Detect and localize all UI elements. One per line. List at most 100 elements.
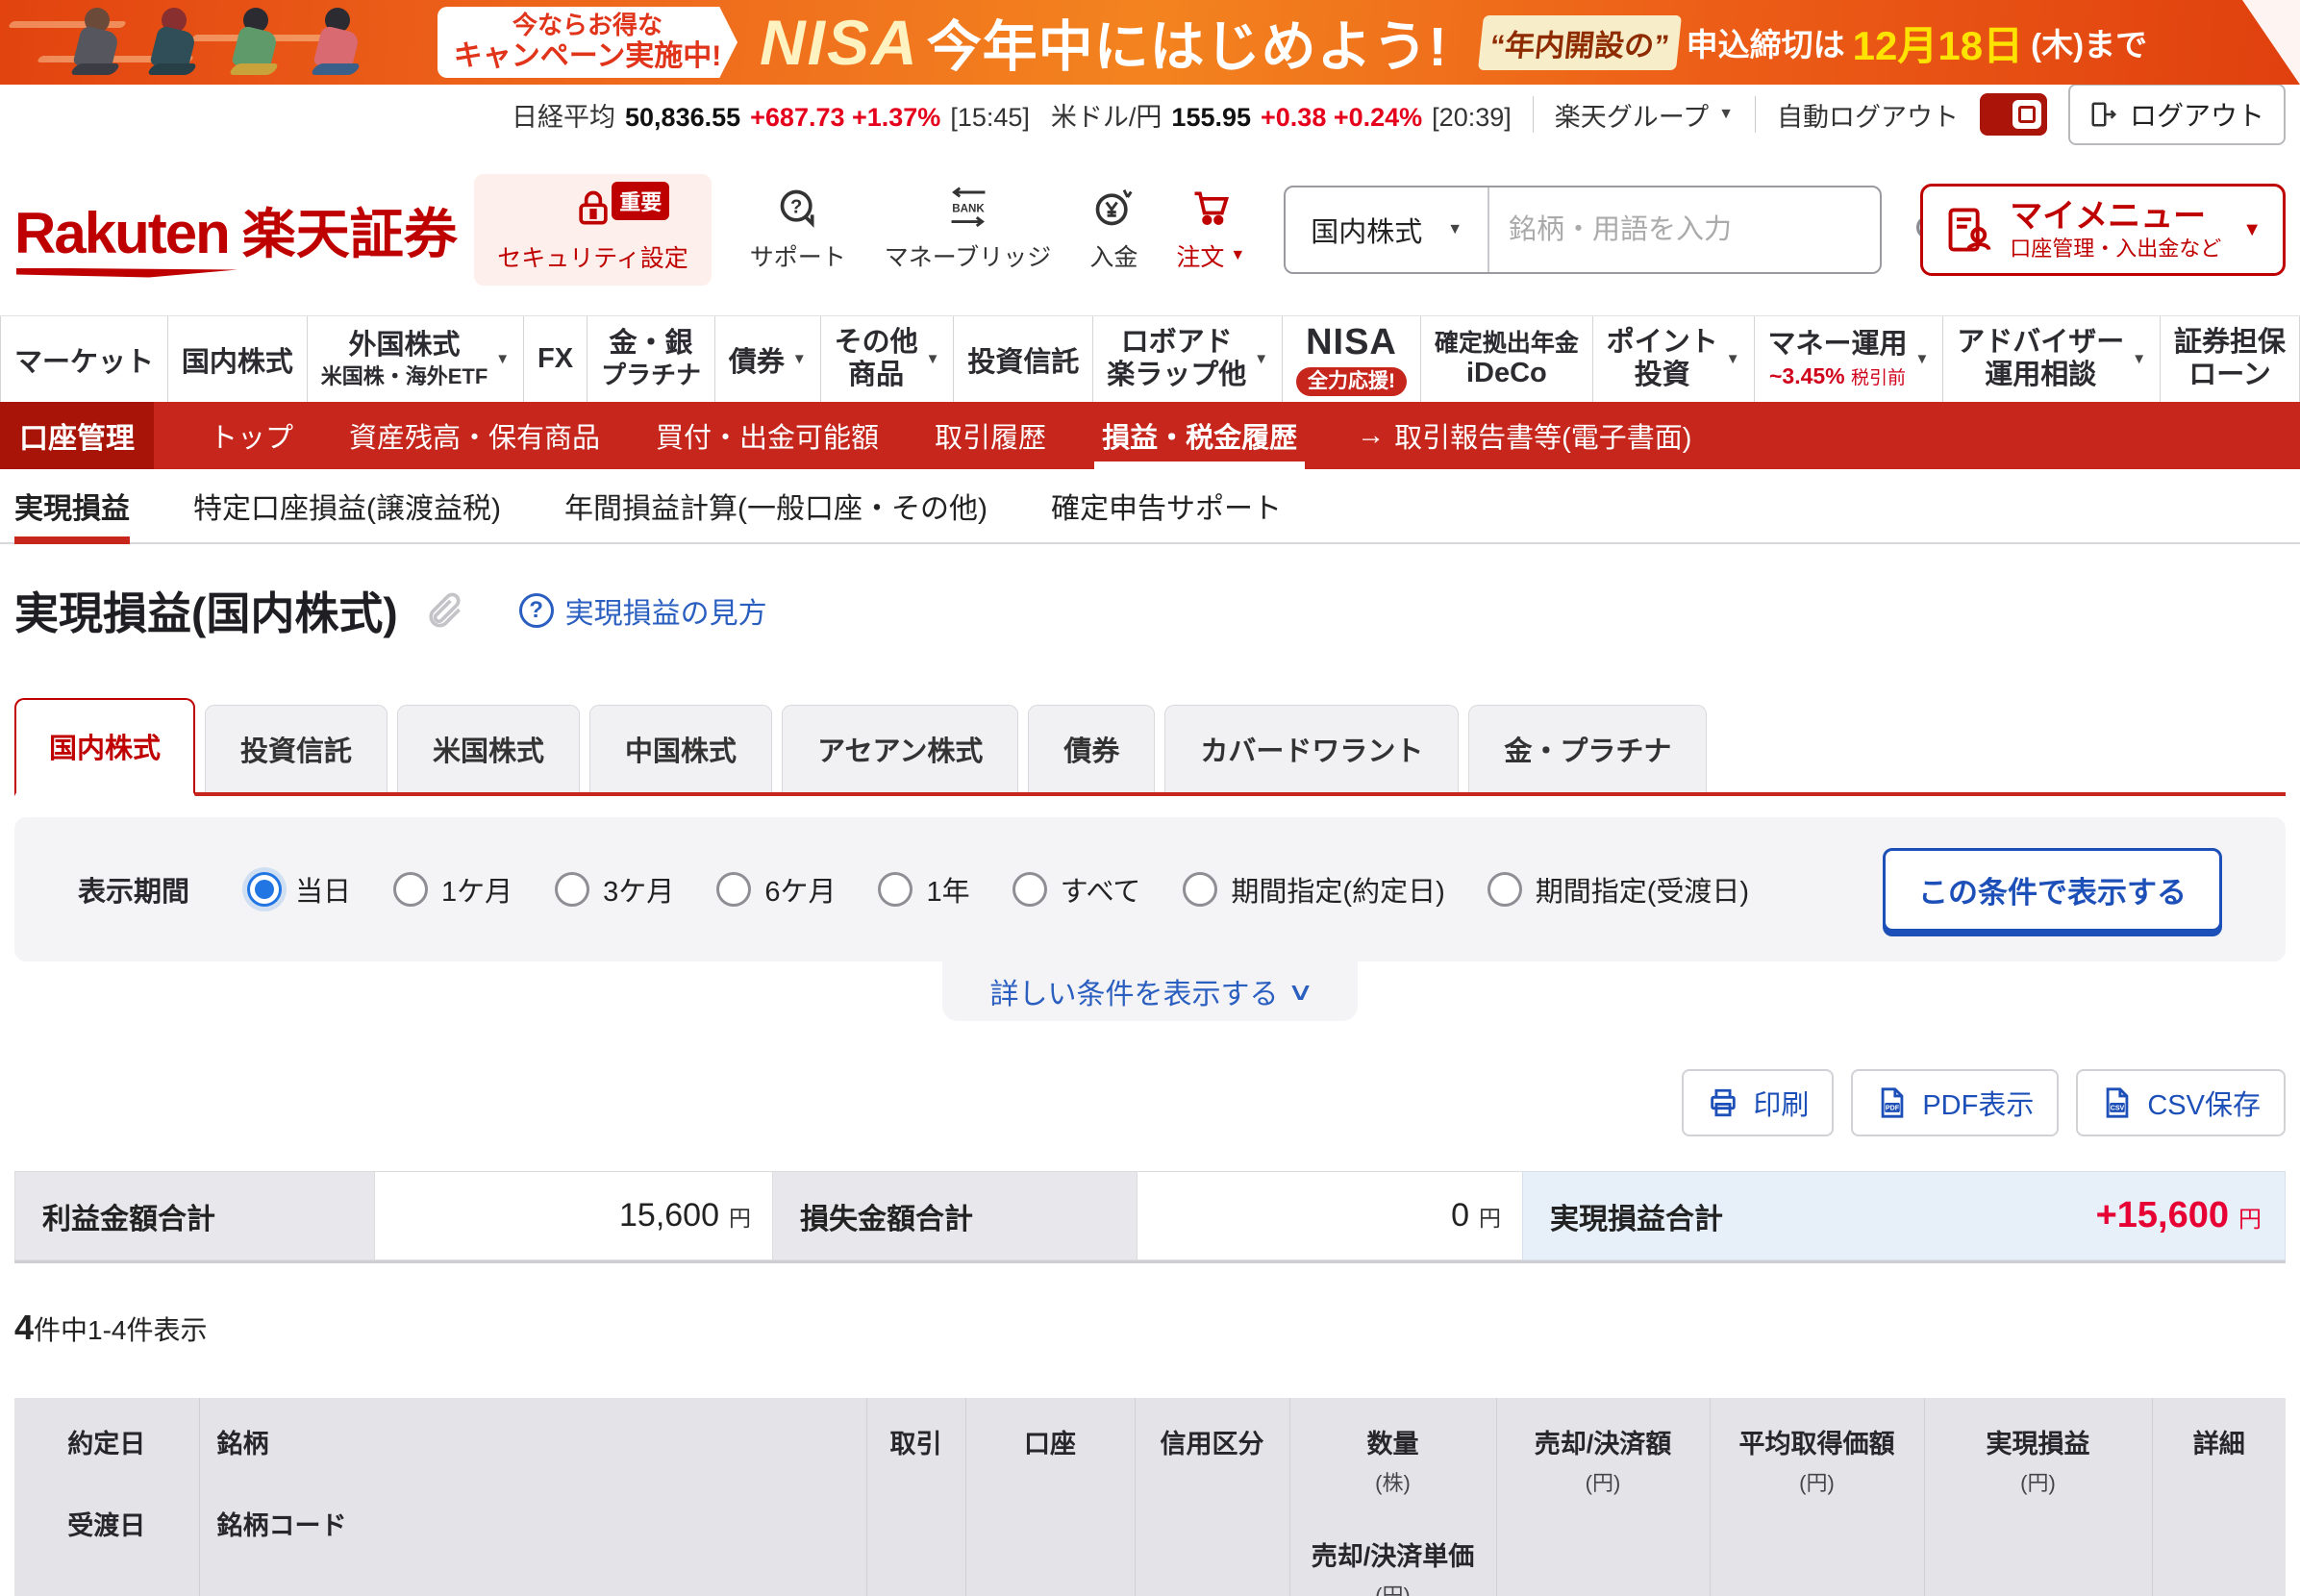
period-radio-3months[interactable]: 3ケ月 [555,869,674,910]
security-settings-button[interactable]: 重要 セキュリティ設定 [474,174,712,286]
money-bridge-label: マネーブリッジ [885,238,1052,273]
pdf-view-button[interactable]: PDF PDF表示 [1851,1069,2059,1136]
order-button[interactable]: 注文▼ [1176,187,1245,273]
period-radio-range-settle-date[interactable]: 期間指定(受渡日) [1488,869,1749,910]
nisa-campaign-banner[interactable]: 今ならお得な キャンペーン実施中! NISA 今年中にはじめよう! “年内開設の… [0,0,2300,85]
tab-annual-pl-calc[interactable]: 年間損益計算(一般口座・その他) [564,469,988,542]
my-menu-label: マイメニュー [2010,197,2221,237]
realized-pl-help-link[interactable]: ? 実現損益の見方 [519,589,767,632]
profit-total-value: 15,600円 [375,1171,772,1260]
logout-button[interactable]: ログアウト [2068,84,2286,145]
nav-item-mutual-funds[interactable]: 投資信託 [953,316,1092,402]
nav-item-advisor[interactable]: アドバイザー運用相談 ▼ [1942,316,2160,402]
apply-filter-button[interactable]: この条件で表示する [1883,848,2222,932]
rakuten-group-menu[interactable]: 楽天グループ ▼ [1555,96,1734,134]
site-header: Rakuten 楽天証券 重要 セキュリティ設定 ? サポート BANK [0,144,2300,315]
tab-us-stocks[interactable]: 米国株式 [397,705,580,792]
csv-save-button[interactable]: CSV CSV保存 [2076,1069,2286,1136]
radio-icon [1012,872,1047,907]
nav-item-foreign-stocks[interactable]: 外国株式米国株・海外ETF ▼ [307,316,523,402]
nav-item-other-products[interactable]: その他商品 ▼ [820,316,954,402]
account-nav-trade-reports[interactable]: → 取引報告書等(電子書面) [1357,402,1691,469]
rakuten-group-label: 楽天グループ [1555,96,1709,134]
display-period-label: 表示期間 [78,869,189,910]
chevron-down-icon: ▼ [926,351,940,367]
paperclip-icon[interactable] [423,589,465,632]
tab-specific-account-pl[interactable]: 特定口座損益(譲渡益税) [193,469,501,542]
money-bridge-button[interactable]: BANK マネーブリッジ [885,187,1052,273]
period-radio-range-trade-date[interactable]: 期間指定(約定日) [1183,869,1444,910]
show-detail-conditions-link[interactable]: 詳しい条件を表示する ∨ [989,970,1310,1012]
support-label: サポート [750,238,846,273]
realized-pl-total-label: 実現損益合計 [1523,1195,1723,1237]
col-symbol: 銘柄銘柄コード [199,1398,866,1596]
account-nav-balance[interactable]: 資産残高・保有商品 [349,402,600,469]
usdjpy-label: 米ドル/円 [1051,96,1162,134]
account-nav-withdrawable[interactable]: 買付・出金可能額 [656,402,879,469]
tab-gold-platinum[interactable]: 金・プラチナ [1468,705,1707,792]
order-label: 注文 [1176,238,1224,273]
nav-item-nisa[interactable]: NISA全力応援! [1282,316,1420,402]
tab-tax-filing-support[interactable]: 確定申告サポート [1051,469,1282,542]
col-detail: 詳細 [2152,1398,2286,1596]
tab-asean-stocks[interactable]: アセアン株式 [782,705,1018,792]
period-radio-today[interactable]: 当日 [247,869,351,910]
rakuten-securities-logo[interactable]: Rakuten 楽天証券 [14,191,458,269]
col-trade-type: 取引 [866,1398,965,1596]
nav-item-securities-loan[interactable]: 証券担保ローン [2160,316,2300,402]
chevron-down-icon: ▼ [1915,351,1930,367]
deposit-button[interactable]: 入金 [1089,187,1138,273]
support-button[interactable]: ? サポート [750,187,846,273]
search-category-select[interactable]: 国内株式 ▼ [1286,187,1489,272]
nav-item-domestic-stocks[interactable]: 国内株式 [167,316,307,402]
col-trade-settle-date: 約定日受渡日 [14,1398,199,1596]
period-radio-1year[interactable]: 1年 [878,869,969,910]
nav-item-gold-platinum[interactable]: 金・銀プラチナ [587,316,714,402]
chevron-down-icon: ▼ [1718,106,1734,123]
chevron-down-icon: ▼ [1726,351,1740,367]
banner-headline: 今年中にはじめよう! [927,3,1448,82]
nav-item-bonds[interactable]: 債券▼ [714,316,820,402]
print-button[interactable]: 印刷 [1682,1069,1834,1136]
main-content: 実現損益(国内株式) ? 実現損益の見方 国内株式 投資信託 米国株式 中国株式… [0,579,2300,1596]
tab-china-stocks[interactable]: 中国株式 [589,705,772,792]
account-nav-trade-history[interactable]: 取引履歴 [935,402,1046,469]
svg-text:?: ? [790,197,802,218]
nav-item-point-investment[interactable]: ポイント投資 ▼ [1592,316,1754,402]
symbol-search-box: 国内株式 ▼ [1284,186,1882,274]
chevron-down-icon: ▼ [1254,351,1268,367]
chevron-down-icon: ▼ [495,351,510,367]
nav-item-money-management[interactable]: マネー運用~3.45% 税引前 ▼ [1754,316,1943,402]
nav-item-roboad[interactable]: ロボアド楽ラップ他 ▼ [1092,316,1282,402]
period-radio-6months[interactable]: 6ケ月 [716,869,836,910]
nikkei-time: [15:45] [950,103,1030,133]
account-management-root[interactable]: 口座管理 [0,402,154,469]
auto-logout-toggle[interactable] [1980,93,2047,136]
account-nav-top[interactable]: トップ [210,402,293,469]
nikkei-change: +687.73 +1.37% [750,103,940,133]
nisa-support-badge: 全力応援! [1296,367,1407,396]
tab-domestic-stocks[interactable]: 国内株式 [14,698,195,796]
banner-deadline-suffix: (木)まで [2031,19,2147,65]
pl-summary-bar: 利益金額合計 15,600円 損失金額合計 0円 実現損益合計 +15,600円 [14,1171,2286,1263]
chevron-down-icon: ▼ [1447,221,1462,238]
printer-icon [1707,1086,1739,1119]
tab-covered-warrants[interactable]: カバードワラント [1164,705,1459,792]
nav-item-ideco[interactable]: 確定拠出年金iDeCo [1420,316,1592,402]
radio-icon [1488,872,1522,907]
nav-item-market[interactable]: マーケット [0,316,167,402]
my-menu-button[interactable]: マイメニュー 口座管理・入出金など ▼ [1920,184,2286,276]
nav-item-fx[interactable]: FX [523,316,587,402]
loss-total-value: 0円 [1138,1171,1522,1260]
tab-mutual-funds[interactable]: 投資信託 [205,705,388,792]
tab-bonds[interactable]: 債券 [1028,705,1155,792]
period-radio-all[interactable]: すべて [1012,869,1141,910]
svg-text:PDF: PDF [1886,1105,1900,1112]
tab-realized-pl[interactable]: 実現損益 [14,469,130,542]
period-radio-1month[interactable]: 1ケ月 [393,869,512,910]
page-title: 実現損益(国内株式) [14,579,398,642]
table-header-row: 約定日受渡日 銘柄銘柄コード 取引 口座 信用区分 数量(株) 売却/決済単価(… [14,1398,2286,1596]
page: 今ならお得な キャンペーン実施中! NISA 今年中にはじめよう! “年内開設の… [0,0,2300,1596]
search-input[interactable] [1489,214,1890,246]
account-nav-pl-tax-history[interactable]: 損益・税金履歴 [1102,402,1297,469]
